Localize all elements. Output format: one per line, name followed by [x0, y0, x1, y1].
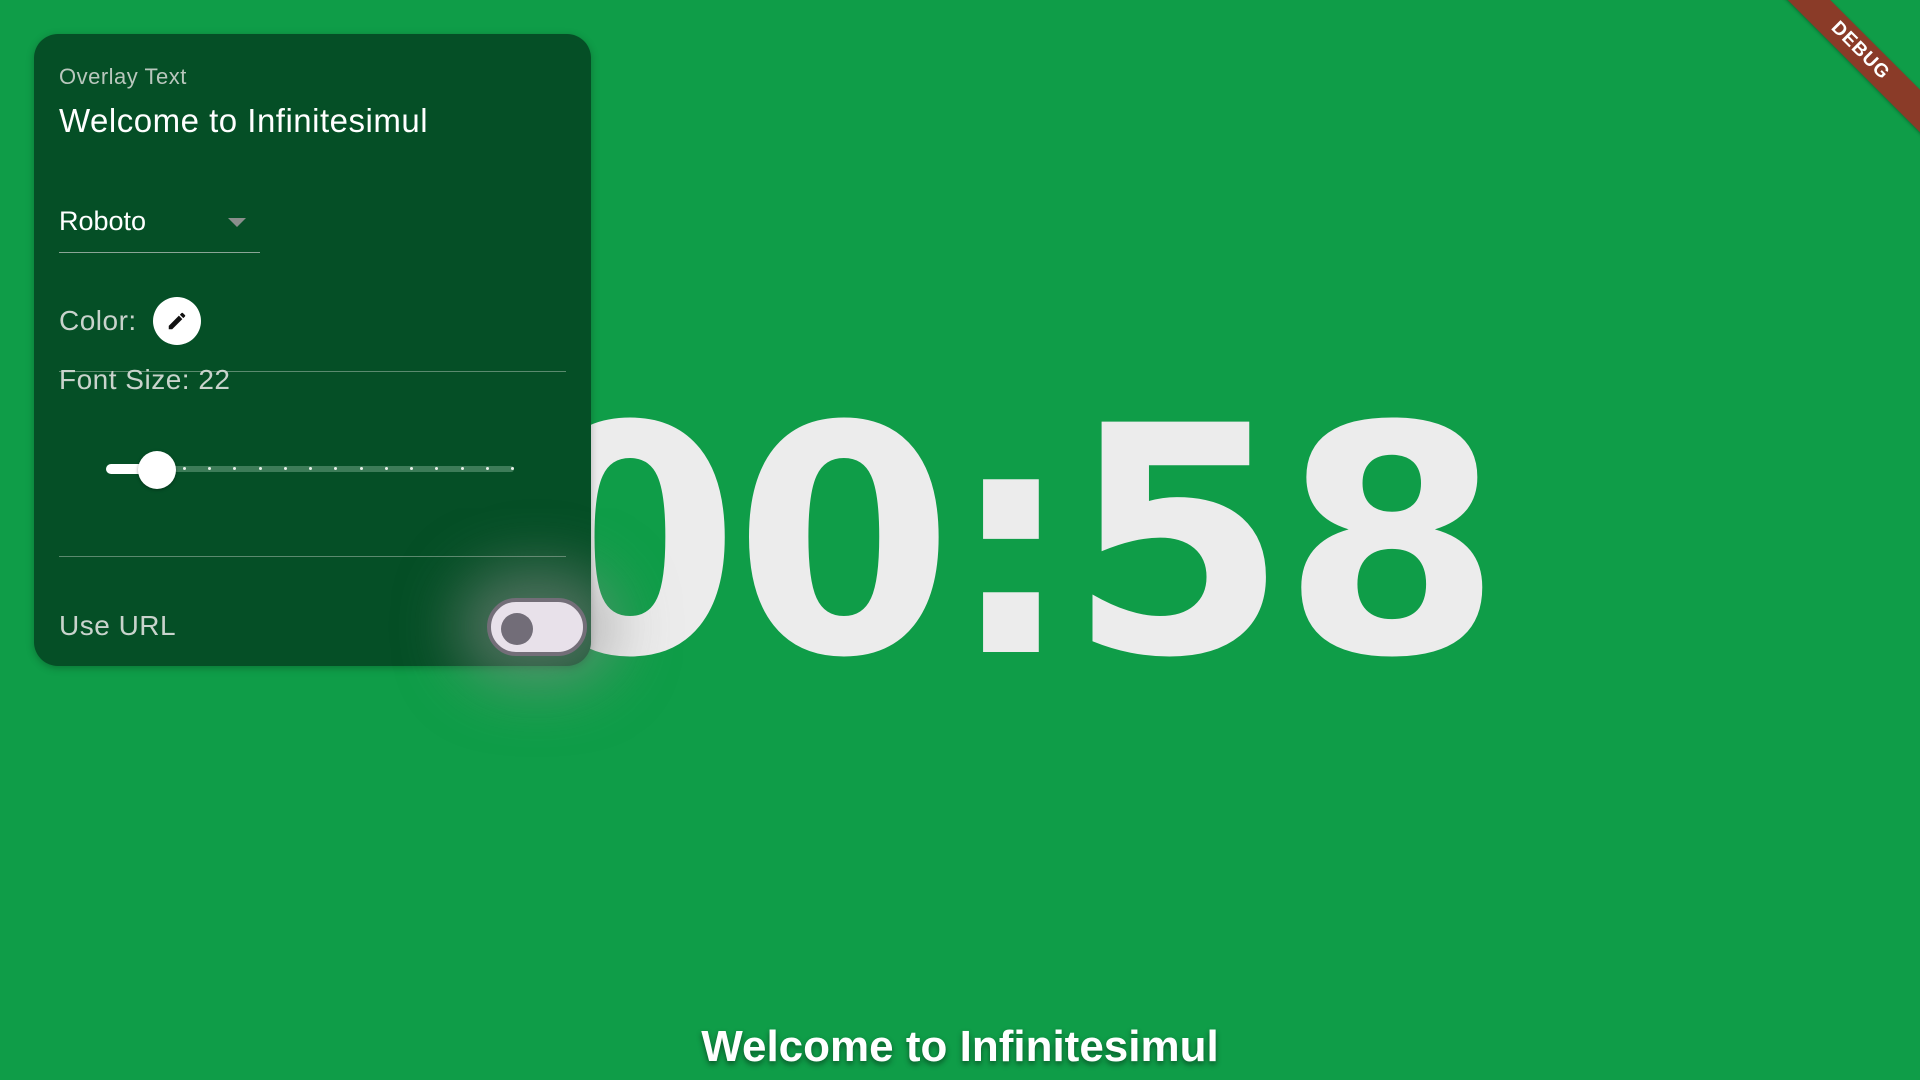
- slider-tick: [208, 467, 211, 470]
- overlay-text-label: Overlay Text: [59, 64, 187, 89]
- font-size-value: 22: [198, 364, 231, 395]
- color-label: Color:: [59, 305, 137, 336]
- settings-panel: Overlay Text Welcome to Infinitesimul Ro…: [34, 34, 591, 666]
- font-family-selected: Roboto: [59, 206, 147, 236]
- use-url-row: Use URL: [59, 594, 591, 660]
- slider-tick: [334, 467, 337, 470]
- toggle-knob: [501, 613, 533, 645]
- use-url-label: Use URL: [59, 610, 177, 641]
- font-size-slider[interactable]: [106, 451, 514, 489]
- dropdown-caret-icon: [228, 218, 246, 227]
- divider: [59, 556, 566, 557]
- debug-banner: DEBUG: [1771, 0, 1920, 140]
- timer-display: 00:58: [520, 359, 1502, 727]
- slider-thumb[interactable]: [138, 451, 176, 489]
- slider-tick: [511, 467, 514, 470]
- use-url-toggle[interactable]: [487, 598, 587, 656]
- color-picker-button[interactable]: [152, 297, 201, 345]
- overlay-text-input[interactable]: Welcome to Infinitesimul: [59, 102, 428, 140]
- slider-tick: [410, 467, 413, 470]
- slider-tick: [183, 467, 186, 470]
- font-family-dropdown[interactable]: Roboto: [59, 202, 260, 253]
- slider-tick: [486, 467, 489, 470]
- slider-tick: [461, 467, 464, 470]
- slider-tick: [233, 467, 236, 470]
- overlay-banner-text: Welcome to Infinitesimul: [701, 1022, 1219, 1071]
- font-size-label: Font Size: 22: [59, 364, 231, 396]
- slider-tick: [259, 467, 262, 470]
- slider-tick: [435, 467, 438, 470]
- color-row: Color:: [59, 296, 201, 346]
- slider-tick: [385, 467, 388, 470]
- slider-tick: [309, 467, 312, 470]
- pencil-icon: [168, 312, 185, 330]
- slider-tick: [360, 467, 363, 470]
- slider-tick: [284, 467, 287, 470]
- font-size-label-text: Font Size:: [59, 364, 199, 395]
